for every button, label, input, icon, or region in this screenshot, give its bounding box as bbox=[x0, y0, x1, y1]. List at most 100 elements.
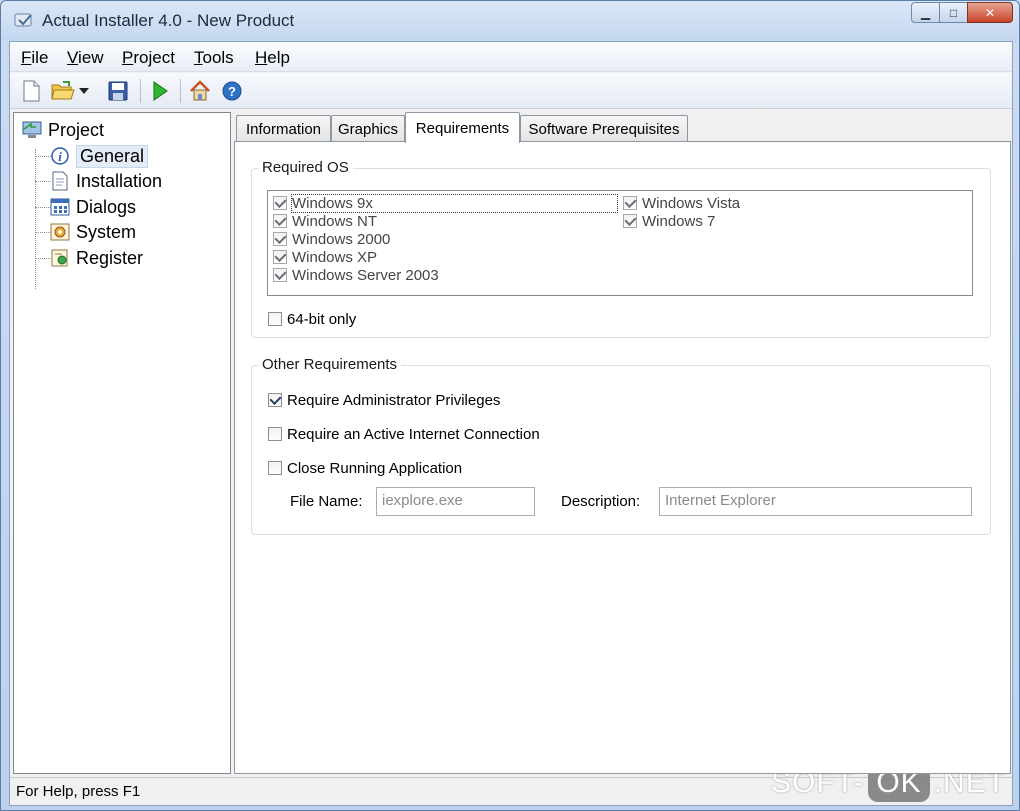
info-icon: i bbox=[50, 146, 70, 166]
app-window: Actual Installer 4.0 - New Product ▁ □ ✕… bbox=[0, 0, 1020, 811]
checkbox[interactable] bbox=[268, 312, 282, 326]
main-panel: Information Graphics Requirements Softwa… bbox=[234, 112, 1011, 774]
tab-requirements[interactable]: Requirements bbox=[405, 112, 520, 143]
other-requirements-group: Other Requirements Require Administrator… bbox=[251, 356, 991, 535]
project-tree: Project i General Installation Dialogs S… bbox=[13, 112, 231, 774]
tree-item-installation[interactable]: Installation bbox=[50, 169, 162, 193]
tree-connector bbox=[35, 207, 51, 208]
menu-bar: File View Project Tools Help bbox=[10, 42, 1012, 72]
checkbox-label: Require Administrator Privileges bbox=[287, 391, 501, 409]
open-button[interactable] bbox=[51, 79, 75, 103]
document-icon bbox=[50, 171, 70, 191]
tab-information[interactable]: Information bbox=[236, 115, 331, 142]
tab-graphics[interactable]: Graphics bbox=[331, 115, 405, 142]
svg-text:i: i bbox=[58, 149, 62, 164]
minimize-button[interactable]: ▁ bbox=[911, 2, 940, 23]
tab-software-prerequisites[interactable]: Software Prerequisites bbox=[520, 115, 688, 142]
requirements-page: Required OS Windows 9x Windows NT Window… bbox=[234, 141, 1011, 774]
help-button[interactable]: ? bbox=[220, 79, 244, 103]
save-icon bbox=[108, 81, 128, 101]
open-folder-icon bbox=[51, 81, 75, 100]
os-checkbox[interactable] bbox=[273, 268, 287, 282]
os-item-windows-9x[interactable]: Windows 9x bbox=[273, 193, 618, 213]
home-button[interactable] bbox=[188, 79, 212, 103]
dialog-grid-icon bbox=[50, 197, 70, 217]
register-icon bbox=[50, 248, 70, 268]
os-label: Windows XP bbox=[292, 248, 378, 266]
checkbox-label: Close Running Application bbox=[287, 459, 463, 477]
os-label: Windows Vista bbox=[642, 194, 741, 212]
os-item-windows-xp[interactable]: Windows XP bbox=[273, 248, 377, 266]
tree-connector bbox=[35, 149, 36, 289]
os-item-windows-server-2003[interactable]: Windows Server 2003 bbox=[273, 266, 439, 284]
close-running-app-checkbox[interactable]: Close Running Application bbox=[268, 459, 462, 477]
run-button[interactable] bbox=[148, 79, 172, 103]
os-item-windows-7[interactable]: Windows 7 bbox=[623, 212, 715, 230]
checkbox[interactable] bbox=[268, 461, 282, 475]
os-checkbox[interactable] bbox=[273, 196, 287, 210]
checkbox-label: Require an Active Internet Connection bbox=[287, 425, 540, 443]
menu-file-label: ile bbox=[31, 48, 49, 67]
os-checkbox[interactable] bbox=[623, 214, 637, 228]
open-dropdown-button[interactable] bbox=[77, 79, 91, 103]
toolbar-separator bbox=[180, 79, 181, 103]
require-admin-checkbox[interactable]: Require Administrator Privileges bbox=[268, 391, 500, 409]
menu-tools[interactable]: Tools bbox=[194, 48, 234, 68]
menu-project[interactable]: Project bbox=[122, 48, 175, 68]
tree-item-general[interactable]: i General bbox=[50, 144, 149, 168]
menu-file-accel: F bbox=[21, 48, 32, 67]
os-checkbox[interactable] bbox=[273, 232, 287, 246]
os-label: Windows NT bbox=[292, 212, 378, 230]
tree-item-register[interactable]: Register bbox=[50, 246, 143, 270]
maximize-button[interactable]: □ bbox=[939, 2, 968, 23]
description-label: Description: bbox=[561, 493, 641, 510]
tree-label: System bbox=[76, 221, 137, 242]
os-item-windows-2000[interactable]: Windows 2000 bbox=[273, 230, 390, 248]
os-checkbox[interactable] bbox=[273, 250, 287, 264]
os-label: Windows 2000 bbox=[292, 230, 391, 248]
tree-label: General bbox=[76, 144, 149, 168]
menu-view[interactable]: View bbox=[67, 48, 104, 68]
os-checkbox[interactable] bbox=[273, 214, 287, 228]
menu-file[interactable]: File bbox=[21, 48, 48, 68]
file-name-input[interactable]: iexplore.exe bbox=[376, 487, 535, 516]
tree-item-dialogs[interactable]: Dialogs bbox=[50, 195, 136, 219]
home-icon bbox=[190, 80, 210, 101]
app-icon bbox=[13, 11, 35, 31]
tree-connector bbox=[35, 232, 51, 233]
dropdown-arrow-icon bbox=[79, 88, 89, 94]
toolbar: ? bbox=[10, 73, 1012, 109]
os-checkbox[interactable] bbox=[623, 196, 637, 210]
tree-connector bbox=[35, 156, 51, 157]
new-file-icon bbox=[23, 80, 40, 102]
group-title: Other Requirements bbox=[258, 356, 402, 373]
menu-view-accel: V bbox=[67, 48, 79, 67]
tree-item-project[interactable]: Project bbox=[22, 118, 104, 142]
new-button[interactable] bbox=[19, 79, 43, 103]
tree-label: Project bbox=[48, 119, 105, 140]
tree-label: Dialogs bbox=[76, 196, 137, 217]
required-os-group: Required OS Windows 9x Windows NT Window… bbox=[251, 159, 991, 338]
os-label: Windows Server 2003 bbox=[292, 266, 439, 284]
os-item-windows-vista[interactable]: Windows Vista bbox=[623, 194, 740, 212]
svg-text:?: ? bbox=[228, 84, 236, 99]
checkbox[interactable] bbox=[268, 427, 282, 441]
tree-connector bbox=[35, 181, 51, 182]
close-button[interactable]: ✕ bbox=[967, 2, 1013, 23]
menu-view-label: iew bbox=[78, 48, 104, 67]
title-bar[interactable]: Actual Installer 4.0 - New Product ▁ □ ✕ bbox=[1, 1, 1019, 41]
menu-project-label: roject bbox=[133, 48, 175, 67]
bit64-only-checkbox[interactable]: 64-bit only bbox=[268, 310, 356, 328]
os-label: Windows 9x bbox=[291, 193, 618, 213]
save-button[interactable] bbox=[106, 79, 130, 103]
menu-help[interactable]: Help bbox=[255, 48, 290, 68]
os-item-windows-nt[interactable]: Windows NT bbox=[273, 212, 377, 230]
checkbox[interactable] bbox=[268, 393, 282, 407]
tree-item-system[interactable]: System bbox=[50, 220, 136, 244]
os-label: Windows 7 bbox=[642, 212, 716, 230]
description-input[interactable]: Internet Explorer bbox=[659, 487, 972, 516]
status-text: For Help, press F1 bbox=[16, 783, 141, 800]
require-internet-checkbox[interactable]: Require an Active Internet Connection bbox=[268, 425, 540, 443]
system-icon bbox=[50, 222, 70, 242]
menu-project-accel: P bbox=[122, 48, 134, 67]
